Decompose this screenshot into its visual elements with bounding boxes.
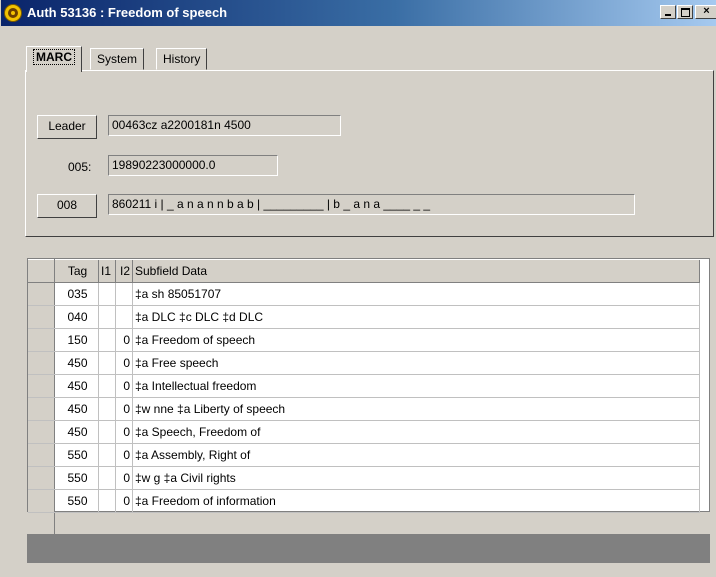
tag-cell[interactable]: 550 (54, 466, 99, 490)
tag-cell[interactable]: 035 (54, 282, 99, 306)
f005-field[interactable]: 19890223000000.0 (108, 155, 278, 176)
row-selector[interactable] (28, 420, 55, 444)
maximize-button[interactable] (677, 5, 693, 19)
leader-field[interactable]: 00463cz a2200181n 4500 (108, 115, 341, 136)
subfield-data-cell[interactable]: ‡a Assembly, Right of (132, 443, 700, 467)
grid-header-row: Tag I1 I2 Subfield Data (28, 259, 700, 283)
i1-cell[interactable] (98, 420, 116, 444)
subfield-data-cell[interactable]: ‡w nne ‡a Liberty of speech (132, 397, 700, 421)
window-title: Auth 53136 : Freedom of speech (27, 5, 228, 20)
table-row[interactable]: 450 0 ‡a Speech, Freedom of (28, 420, 700, 444)
close-icon: × (703, 5, 710, 17)
table-row[interactable]: 035 ‡a sh 85051707 (28, 282, 700, 306)
i1-cell[interactable] (98, 466, 116, 490)
i2-cell[interactable]: 0 (115, 443, 133, 467)
i2-cell[interactable]: 0 (115, 397, 133, 421)
row-selector[interactable] (28, 374, 55, 398)
marc-fields-grid: Tag I1 I2 Subfield Data 035 ‡a sh 850517… (27, 258, 710, 536)
tag-cell[interactable]: 040 (54, 305, 99, 329)
minimize-button[interactable] (660, 5, 676, 19)
table-row[interactable]: 550 0 ‡a Freedom of information (28, 489, 700, 513)
tab-system-label: System (97, 52, 138, 66)
authority-window: Auth 53136 : Freedom of speech × MARC Sy… (0, 0, 716, 577)
tag-cell[interactable]: 150 (54, 328, 99, 352)
row-selector[interactable] (28, 328, 55, 352)
column-header-i2[interactable]: I2 (115, 259, 133, 283)
tag-cell[interactable]: 550 (54, 489, 99, 513)
window-frame-edge (710, 258, 716, 563)
i2-cell[interactable]: 0 (115, 328, 133, 352)
maximize-icon (680, 8, 690, 17)
row-selector[interactable] (28, 305, 55, 329)
table-row[interactable]: 150 0 ‡a Freedom of speech (28, 328, 700, 352)
i1-cell[interactable] (98, 397, 116, 421)
leader-button[interactable]: Leader (37, 115, 97, 139)
subfield-data-cell[interactable]: ‡a Free speech (132, 351, 700, 375)
table-row[interactable]: 450 0 ‡a Intellectual freedom (28, 374, 700, 398)
row-selector[interactable] (28, 443, 55, 467)
i1-cell[interactable] (98, 374, 116, 398)
f005-label: 005: (68, 160, 92, 174)
i1-cell[interactable] (98, 328, 116, 352)
grid-footer-bar (27, 534, 710, 563)
tab-marc[interactable]: MARC (26, 46, 82, 72)
i2-cell[interactable] (115, 282, 133, 306)
subfield-data-cell[interactable]: ‡a Intellectual freedom (132, 374, 700, 398)
i2-cell[interactable]: 0 (115, 420, 133, 444)
table-row[interactable]: 450 0 ‡a Free speech (28, 351, 700, 375)
i1-cell[interactable] (98, 443, 116, 467)
subfield-data-cell[interactable]: ‡a sh 85051707 (132, 282, 700, 306)
tag-cell[interactable]: 450 (54, 397, 99, 421)
tab-history[interactable]: History (156, 48, 208, 70)
i2-cell[interactable]: 0 (115, 466, 133, 490)
tab-system[interactable]: System (90, 48, 145, 70)
row-selector[interactable] (28, 351, 55, 375)
row-selector[interactable] (28, 489, 55, 513)
minimize-icon (665, 14, 671, 16)
f008-field[interactable]: 860211 i | _ a n a n n b a b | _________… (108, 194, 635, 215)
column-header-subfield-data[interactable]: Subfield Data (132, 259, 700, 283)
i2-cell[interactable] (115, 305, 133, 329)
new-row-selector[interactable] (28, 512, 55, 536)
i2-cell[interactable]: 0 (115, 351, 133, 375)
row-selector[interactable] (28, 397, 55, 421)
i1-cell[interactable] (98, 305, 116, 329)
row-selector[interactable] (28, 282, 55, 306)
corner-cell (28, 259, 55, 283)
row-selector[interactable] (28, 466, 55, 490)
i1-cell[interactable] (98, 282, 116, 306)
app-icon (4, 4, 22, 22)
i2-cell[interactable]: 0 (115, 489, 133, 513)
table-row[interactable]: 040 ‡a DLC ‡c DLC ‡d DLC (28, 305, 700, 329)
tab-marc-label: MARC (33, 49, 75, 65)
new-row-empty (55, 513, 700, 536)
subfield-data-cell[interactable]: ‡a Speech, Freedom of (132, 420, 700, 444)
tag-cell[interactable]: 550 (54, 443, 99, 467)
subfield-data-cell[interactable]: ‡a Freedom of information (132, 489, 700, 513)
subfield-data-cell[interactable]: ‡a Freedom of speech (132, 328, 700, 352)
i2-cell[interactable]: 0 (115, 374, 133, 398)
column-header-tag[interactable]: Tag (54, 259, 99, 283)
tab-history-label: History (163, 52, 201, 66)
tag-cell[interactable]: 450 (54, 351, 99, 375)
i1-cell[interactable] (98, 351, 116, 375)
table-row[interactable]: 450 0 ‡w nne ‡a Liberty of speech (28, 397, 700, 421)
title-bar[interactable]: Auth 53136 : Freedom of speech × (1, 0, 716, 26)
tag-cell[interactable]: 450 (54, 420, 99, 444)
column-header-i1[interactable]: I1 (98, 259, 116, 283)
i1-cell[interactable] (98, 489, 116, 513)
tag-cell[interactable]: 450 (54, 374, 99, 398)
table-row[interactable]: 550 0 ‡w g ‡a Civil rights (28, 466, 700, 490)
table-row[interactable]: 550 0 ‡a Assembly, Right of (28, 443, 700, 467)
close-button[interactable]: × (695, 5, 716, 19)
f008-button[interactable]: 008 (37, 194, 97, 218)
new-row[interactable] (28, 512, 700, 536)
marc-fields-table: Tag I1 I2 Subfield Data 035 ‡a sh 850517… (28, 259, 700, 536)
subfield-data-cell[interactable]: ‡w g ‡a Civil rights (132, 466, 700, 490)
subfield-data-cell[interactable]: ‡a DLC ‡c DLC ‡d DLC (132, 305, 700, 329)
